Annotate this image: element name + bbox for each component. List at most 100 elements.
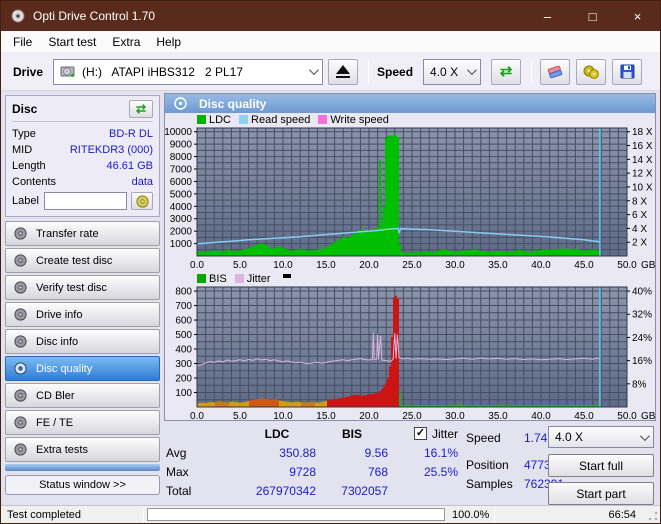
progress-cell — [144, 506, 448, 523]
disc-icon — [14, 254, 27, 267]
sidebar-item-fe-te[interactable]: FE / TE — [5, 410, 160, 435]
menu-extra[interactable]: Extra — [104, 33, 148, 51]
eject-button[interactable] — [328, 58, 359, 85]
status-bar: Test completed 100.0% 66:54 — [1, 505, 660, 523]
close-button[interactable]: × — [615, 1, 660, 31]
sidebar-item-create-test-disc[interactable]: Create test disc — [5, 248, 160, 273]
discs-icon — [583, 65, 599, 79]
sidebar-item-extra-tests[interactable]: Extra tests — [5, 437, 160, 462]
drive-label: Drive — [13, 64, 44, 79]
save-button[interactable] — [612, 58, 643, 85]
speed-select[interactable]: 4.0 X — [423, 58, 482, 85]
test-speed-value: 4.0 X — [555, 430, 584, 444]
svg-text:30.0: 30.0 — [445, 260, 465, 271]
max-label: Max — [166, 464, 189, 479]
svg-text:16%: 16% — [632, 356, 652, 367]
disc-mid-label: MID — [12, 144, 33, 156]
menu-file[interactable]: File — [5, 33, 40, 51]
start-part-button[interactable]: Start part — [548, 482, 654, 505]
eject-icon — [336, 64, 351, 74]
svg-text:24%: 24% — [632, 333, 652, 344]
sidebar-item-transfer-rate[interactable]: Transfer rate — [5, 221, 160, 246]
disc-type-value: BD-R DL — [108, 128, 153, 140]
svg-text:32%: 32% — [632, 310, 652, 321]
svg-text:14 X: 14 X — [632, 155, 653, 166]
bis-column-header: BIS — [341, 426, 362, 441]
eraser-icon — [547, 65, 563, 78]
total-label: Total — [166, 483, 192, 498]
resize-grip[interactable] — [647, 510, 659, 522]
bis-jitter-chart: 800 700 600 500 400 300 200 100 40% 32% 24% 16% 8% 0.… — [175, 286, 655, 422]
disc-info-row: MID RITEKDR3 (000) — [12, 142, 153, 158]
menu-start-test[interactable]: Start test — [40, 33, 104, 51]
disc-info-row: Contents data — [12, 174, 153, 190]
max-bis: 768 — [367, 464, 388, 479]
svg-text:200: 200 — [175, 374, 192, 385]
disc-icon — [14, 281, 27, 294]
svg-text:8 X: 8 X — [632, 196, 647, 207]
legend-swatch — [197, 115, 206, 124]
legend-swatch — [197, 274, 206, 283]
refresh-icon: ⇄ — [135, 102, 147, 116]
start-full-button[interactable]: Start full — [548, 454, 654, 477]
drive-value: (H:) ATAPI iHBS312 2 PL17 — [82, 64, 243, 79]
svg-text:7000: 7000 — [170, 165, 193, 176]
svg-text:15.0: 15.0 — [316, 411, 336, 422]
disc-label-input[interactable] — [43, 192, 127, 210]
save-icon — [620, 64, 635, 79]
sidebar-item-verify-test-disc[interactable]: Verify test disc — [5, 275, 160, 300]
menu-help[interactable]: Help — [148, 33, 189, 51]
elapsed-time: 66:54 — [608, 508, 636, 521]
toolbar-separator — [531, 59, 533, 84]
disc-panel-title: Disc — [12, 102, 38, 116]
erase-disc-button[interactable] — [540, 58, 571, 85]
avg-bis: 9.56 — [364, 445, 388, 460]
svg-text:20.0: 20.0 — [359, 260, 379, 271]
progress-bar — [147, 508, 445, 521]
refresh-speeds-button[interactable]: ⇄ — [491, 58, 522, 85]
window-title: Opti Drive Control 1.70 — [33, 9, 156, 23]
svg-text:40.0: 40.0 — [531, 411, 551, 422]
panel-title: Disc quality — [199, 96, 267, 111]
jitter-checkbox[interactable]: ✓ — [413, 427, 427, 440]
svg-text:9000: 9000 — [170, 140, 193, 151]
disc-quality-panel: Disc quality LDC Read speed Write speed … — [164, 93, 656, 422]
svg-text:25.0: 25.0 — [402, 411, 422, 422]
status-window-button[interactable]: Status window >> — [5, 475, 160, 495]
svg-text:18 X: 18 X — [632, 127, 653, 138]
disc-label-button[interactable] — [131, 192, 153, 210]
jitter-checkbox-label: Jitter — [431, 426, 458, 441]
disc-contents-value[interactable]: data — [132, 174, 153, 190]
disc-icon — [14, 362, 27, 375]
minimize-button[interactable]: – — [525, 1, 570, 31]
sidebar-item-disc-info[interactable]: Disc info — [5, 329, 160, 354]
sidebar-item-drive-info[interactable]: Drive info — [5, 302, 160, 327]
disc-tools-button[interactable] — [576, 58, 607, 85]
sidebar-item-cd-bler[interactable]: CD Bler — [5, 383, 160, 408]
drive-select[interactable]: (H:) ATAPI iHBS312 2 PL17 — [53, 58, 324, 85]
svg-text:700: 700 — [175, 301, 192, 312]
svg-text:50.0: 50.0 — [617, 260, 637, 271]
menu-bar: File Start test Extra Help — [1, 31, 660, 53]
refresh-disc-button[interactable]: ⇄ — [129, 100, 153, 118]
disc-length-value: 46.61 GB — [106, 160, 153, 172]
svg-text:40%: 40% — [632, 287, 652, 298]
stats-table: LDC BIS ✓ Jitter Avg 350.88 9.56 16.1% M… — [166, 424, 458, 500]
main-area: Disc ⇄ Type BD-R DL MID RITEKDR3 (000) Len… — [1, 91, 660, 507]
app-disc-icon — [11, 9, 25, 23]
sidebar-item-disc-quality[interactable]: Disc quality — [5, 356, 160, 381]
svg-text:300: 300 — [175, 359, 192, 370]
disc-length-label: Length — [12, 160, 46, 172]
maximize-button[interactable]: □ — [570, 1, 615, 31]
max-jitter: 25.5% — [423, 464, 458, 479]
test-speed-select[interactable]: 4.0 X — [548, 426, 654, 448]
svg-text:15.0: 15.0 — [316, 260, 336, 271]
svg-text:40.0: 40.0 — [531, 260, 551, 271]
legend-swatch — [239, 115, 249, 124]
svg-text:2000: 2000 — [170, 227, 193, 238]
collapsed-panel-strip[interactable] — [5, 464, 160, 471]
toolbar-separator — [368, 59, 370, 84]
disc-info-row: Type BD-R DL — [12, 126, 153, 142]
avg-ldc: 350.88 — [279, 445, 316, 460]
disc-contents-label: Contents — [12, 176, 57, 188]
